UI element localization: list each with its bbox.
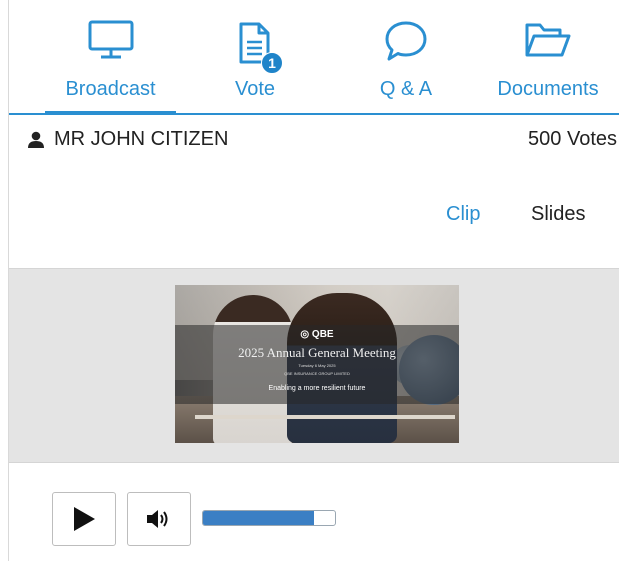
qbe-logo: ◎ QBE	[300, 329, 334, 340]
video-stage: ◎ QBE 2025 Annual General Meeting Tuesda…	[9, 268, 619, 463]
speech-bubble-icon	[384, 20, 428, 67]
vote-total: 500 Votes	[528, 128, 617, 150]
tab-documents[interactable]: Documents	[492, 0, 604, 113]
video-title: 2025 Annual General Meeting	[238, 345, 396, 360]
tab-vote[interactable]: 1 Vote	[215, 0, 295, 113]
document-icon: 1	[238, 22, 283, 74]
main-tabs: Broadcast 1 Vote Q & A Documents	[9, 0, 619, 115]
play-button[interactable]	[52, 492, 116, 546]
video-tagline: Enabling a more resilient future	[268, 385, 366, 392]
tab-broadcast[interactable]: Broadcast	[45, 0, 176, 115]
slides-view-link[interactable]: Slides	[531, 203, 585, 226]
volume-slider[interactable]	[202, 510, 336, 526]
tab-qa[interactable]: Q & A	[361, 0, 451, 113]
play-icon	[74, 507, 95, 531]
tab-label: Documents	[497, 78, 599, 100]
video-company: QBE INSURANCE GROUP LIMITED	[284, 371, 350, 376]
tab-label: Vote	[234, 78, 276, 100]
video-date: Tuesday 6 May 2025	[298, 363, 336, 368]
vote-count-badge: 1	[261, 52, 283, 74]
person-icon	[27, 131, 45, 155]
user-info-row: MR JOHN CITIZEN 500 Votes	[27, 128, 617, 156]
volume-level-fill	[203, 511, 314, 525]
monitor-icon	[87, 20, 135, 65]
broadcast-panel: Broadcast 1 Vote Q & A Documents MR JOHN…	[8, 0, 619, 561]
clip-view-link[interactable]: Clip	[446, 203, 480, 226]
tab-label: Broadcast	[65, 78, 156, 100]
user-name: MR JOHN CITIZEN	[54, 128, 229, 150]
video-player-frame[interactable]: ◎ QBE 2025 Annual General Meeting Tuesda…	[175, 285, 459, 443]
view-toggle: Clip Slides	[9, 203, 619, 229]
tab-label: Q & A	[379, 78, 433, 100]
active-tab-indicator	[45, 111, 176, 115]
rail-image	[195, 415, 455, 419]
volume-button[interactable]	[127, 492, 191, 546]
folder-open-icon	[524, 20, 572, 65]
volume-icon	[147, 510, 168, 528]
